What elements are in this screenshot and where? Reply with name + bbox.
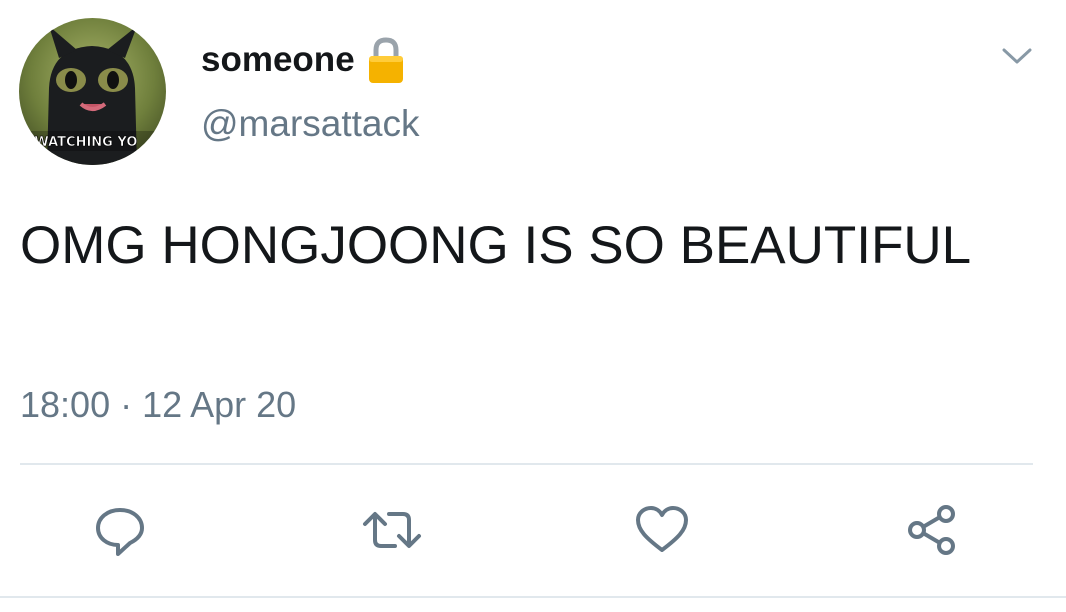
divider <box>20 463 1033 465</box>
share-button[interactable] <box>892 490 972 570</box>
tweet-timestamp[interactable]: 18:00 · 12 Apr 20 <box>20 384 296 426</box>
reply-button[interactable] <box>80 490 160 570</box>
user-handle[interactable]: @marsattack <box>201 103 420 145</box>
chevron-down-icon[interactable] <box>1000 44 1034 68</box>
display-name[interactable]: someone <box>201 36 405 84</box>
bottom-divider <box>0 596 1066 598</box>
display-name-text: someone <box>201 40 355 79</box>
retweet-button[interactable] <box>352 490 432 570</box>
lock-icon <box>367 36 405 84</box>
retweet-icon <box>363 512 421 548</box>
avatar-image: I WATCHING YO <box>19 18 166 165</box>
comment-bubble-icon <box>96 508 144 556</box>
tweet-card: I WATCHING YO someone @marsattack OMG HO… <box>0 0 1066 612</box>
share-icon <box>908 505 955 555</box>
tweet-text: OMG HONGJOONG IS SO BEAUTIFUL <box>20 216 972 275</box>
heart-icon <box>636 506 688 552</box>
avatar-caption: I WATCHING YO <box>25 135 137 150</box>
action-bar <box>0 490 1066 570</box>
like-button[interactable] <box>622 490 702 570</box>
avatar[interactable]: I WATCHING YO <box>19 18 166 165</box>
